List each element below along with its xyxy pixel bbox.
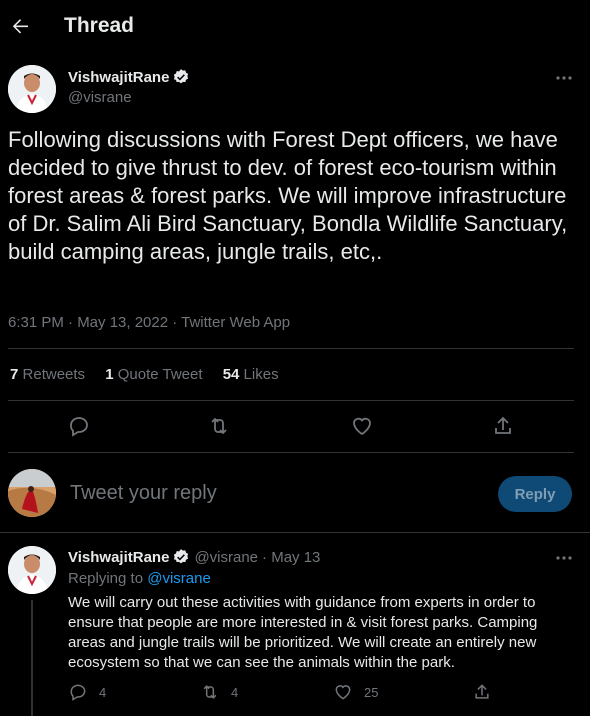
author-handle[interactable]: @visrane <box>68 89 132 106</box>
reply-author-avatar[interactable] <box>8 546 56 594</box>
retweet-icon[interactable] <box>207 414 231 438</box>
like-count: 25 <box>364 684 379 700</box>
page-title: Thread <box>64 14 135 37</box>
replying-to-label: Replying to <box>68 570 144 587</box>
my-avatar[interactable] <box>8 469 56 517</box>
tweet-timestamp[interactable]: 6:31 PM · May 13, 2022 · Twitter Web App <box>8 314 290 331</box>
reply-icon[interactable] <box>68 682 88 702</box>
author-name[interactable]: VishwajitRane <box>68 69 169 86</box>
like-heart-icon[interactable] <box>333 682 353 702</box>
retweet-count: 4 <box>231 684 239 700</box>
share-icon[interactable] <box>472 682 492 702</box>
reply-tweet-text: We will carry out these activities with … <box>68 594 538 671</box>
stats-row: 7 Retweets 1 Quote Tweet 54 Likes <box>10 366 279 383</box>
like-heart-icon[interactable] <box>350 414 374 438</box>
avatar[interactable] <box>8 65 56 113</box>
reply-author-name[interactable]: VishwajitRane <box>68 549 169 566</box>
reply-button[interactable]: Reply <box>498 476 572 512</box>
reply-count: 4 <box>99 684 107 700</box>
replying-to-handle[interactable]: @visrane <box>147 570 211 587</box>
share-icon[interactable] <box>491 414 515 438</box>
more-options-icon[interactable] <box>554 68 574 88</box>
thread-line <box>31 600 33 716</box>
reply-more-options-icon[interactable] <box>554 548 574 568</box>
reply-date[interactable]: · May 13 <box>262 549 320 566</box>
reply-author-handle[interactable]: @visrane <box>194 549 258 566</box>
reply-input[interactable]: Tweet your reply <box>70 482 217 505</box>
verified-badge-icon <box>172 548 190 566</box>
retweet-icon[interactable] <box>200 682 220 702</box>
back-arrow-icon[interactable] <box>8 14 32 38</box>
likes-stat[interactable]: 54 Likes <box>223 366 279 383</box>
retweets-stat[interactable]: 7 Retweets <box>10 366 89 383</box>
reply-icon[interactable] <box>67 414 91 438</box>
tweet-text: Following discussions with Forest Dept o… <box>8 127 568 264</box>
quote-tweets-stat[interactable]: 1 Quote Tweet <box>105 366 206 383</box>
verified-badge-icon <box>172 68 190 86</box>
